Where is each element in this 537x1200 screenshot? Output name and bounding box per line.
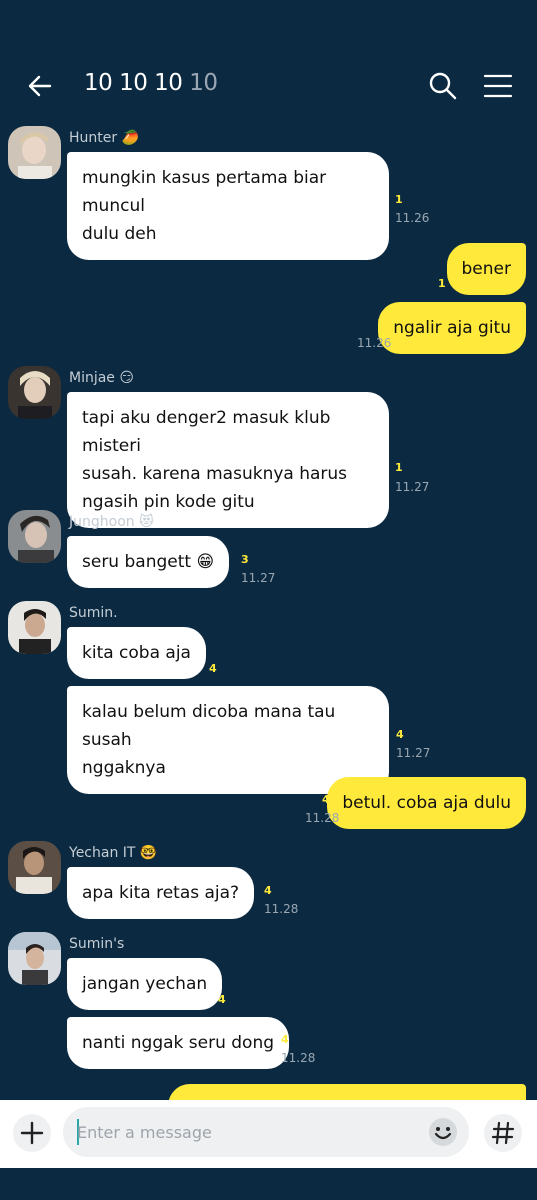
avatar-junghoon[interactable] <box>8 510 61 563</box>
unread-count: 4 <box>322 793 330 806</box>
message-input-bar <box>0 1100 537 1168</box>
sender-name: Junghoon 😻 <box>69 514 154 530</box>
emoji-icon[interactable] <box>427 1116 459 1148</box>
chat-title-main: 10 10 10 <box>84 70 190 96</box>
message-time: 11.27 <box>396 746 431 760</box>
search-icon[interactable] <box>427 70 459 102</box>
unread-count: 1 <box>395 193 403 206</box>
plus-button[interactable] <box>13 1114 51 1152</box>
message-bubble[interactable]: bener <box>446 243 526 295</box>
unread-count: 4 <box>281 1033 289 1046</box>
unread-count: 4 <box>218 993 226 1006</box>
chat-header: 10 10 10 10 <box>0 0 537 120</box>
message-bubble[interactable]: tapi aku denger2 masuk klub misteri susa… <box>67 392 389 528</box>
message-time: 11.27 <box>395 480 430 494</box>
message-bubble[interactable]: betul. coba aja dulu <box>327 777 526 829</box>
avatar-yechan[interactable] <box>8 841 61 894</box>
avatar-minjae[interactable] <box>8 366 61 419</box>
bottom-bar <box>0 1168 537 1200</box>
message-time: 11.26 <box>395 211 430 225</box>
sender-name: Sumin's <box>69 936 125 952</box>
avatar-sumin[interactable] <box>8 601 61 654</box>
message-bubble[interactable]: jangan yechan <box>67 958 223 1010</box>
avatar-hunter[interactable] <box>8 126 61 179</box>
unread-count: 1 <box>395 461 403 474</box>
message-field <box>63 1107 469 1157</box>
message-bubble[interactable]: nanti nggak seru dong <box>67 1017 290 1069</box>
unread-count: 1 <box>438 277 446 290</box>
plus-icon <box>20 1121 44 1145</box>
message-bubble[interactable]: kita coba aja <box>67 627 206 679</box>
message-time: 11.28 <box>281 1051 316 1065</box>
sender-name: Sumin. <box>69 605 118 621</box>
hash-button[interactable] <box>484 1114 522 1152</box>
avatar-sumins[interactable] <box>8 932 61 985</box>
message-bubble[interactable]: apa kita retas aja? <box>67 867 255 919</box>
unread-count: 4 <box>264 884 272 897</box>
unread-count: 4 <box>396 728 404 741</box>
message-bubble[interactable]: ngalir aja gitu <box>378 302 526 354</box>
back-arrow-icon[interactable] <box>24 70 56 102</box>
message-time: 11.28 <box>264 902 299 916</box>
unread-count: 3 <box>241 553 249 566</box>
unread-count: 1 <box>377 317 385 330</box>
message-input[interactable] <box>77 1120 417 1144</box>
message-time: 11.28 <box>305 811 340 825</box>
sender-name: Hunter 🥭 <box>69 130 140 146</box>
menu-icon[interactable] <box>482 70 514 102</box>
chat-title-dim: 10 <box>189 70 218 96</box>
chat-title: 10 10 10 10 <box>84 70 218 96</box>
sender-name: Yechan IT 🤓 <box>69 845 158 861</box>
hash-icon <box>491 1121 515 1145</box>
unread-count: 4 <box>209 662 217 675</box>
message-time: 11.26 <box>357 336 392 350</box>
message-bubble[interactable]: seru bangett 😁 <box>67 536 230 588</box>
sender-name: Minjae 😏 <box>69 370 134 386</box>
message-bubble[interactable]: mungkin kasus pertama biar muncul dulu d… <box>67 152 389 260</box>
message-time: 11.27 <box>241 571 276 585</box>
